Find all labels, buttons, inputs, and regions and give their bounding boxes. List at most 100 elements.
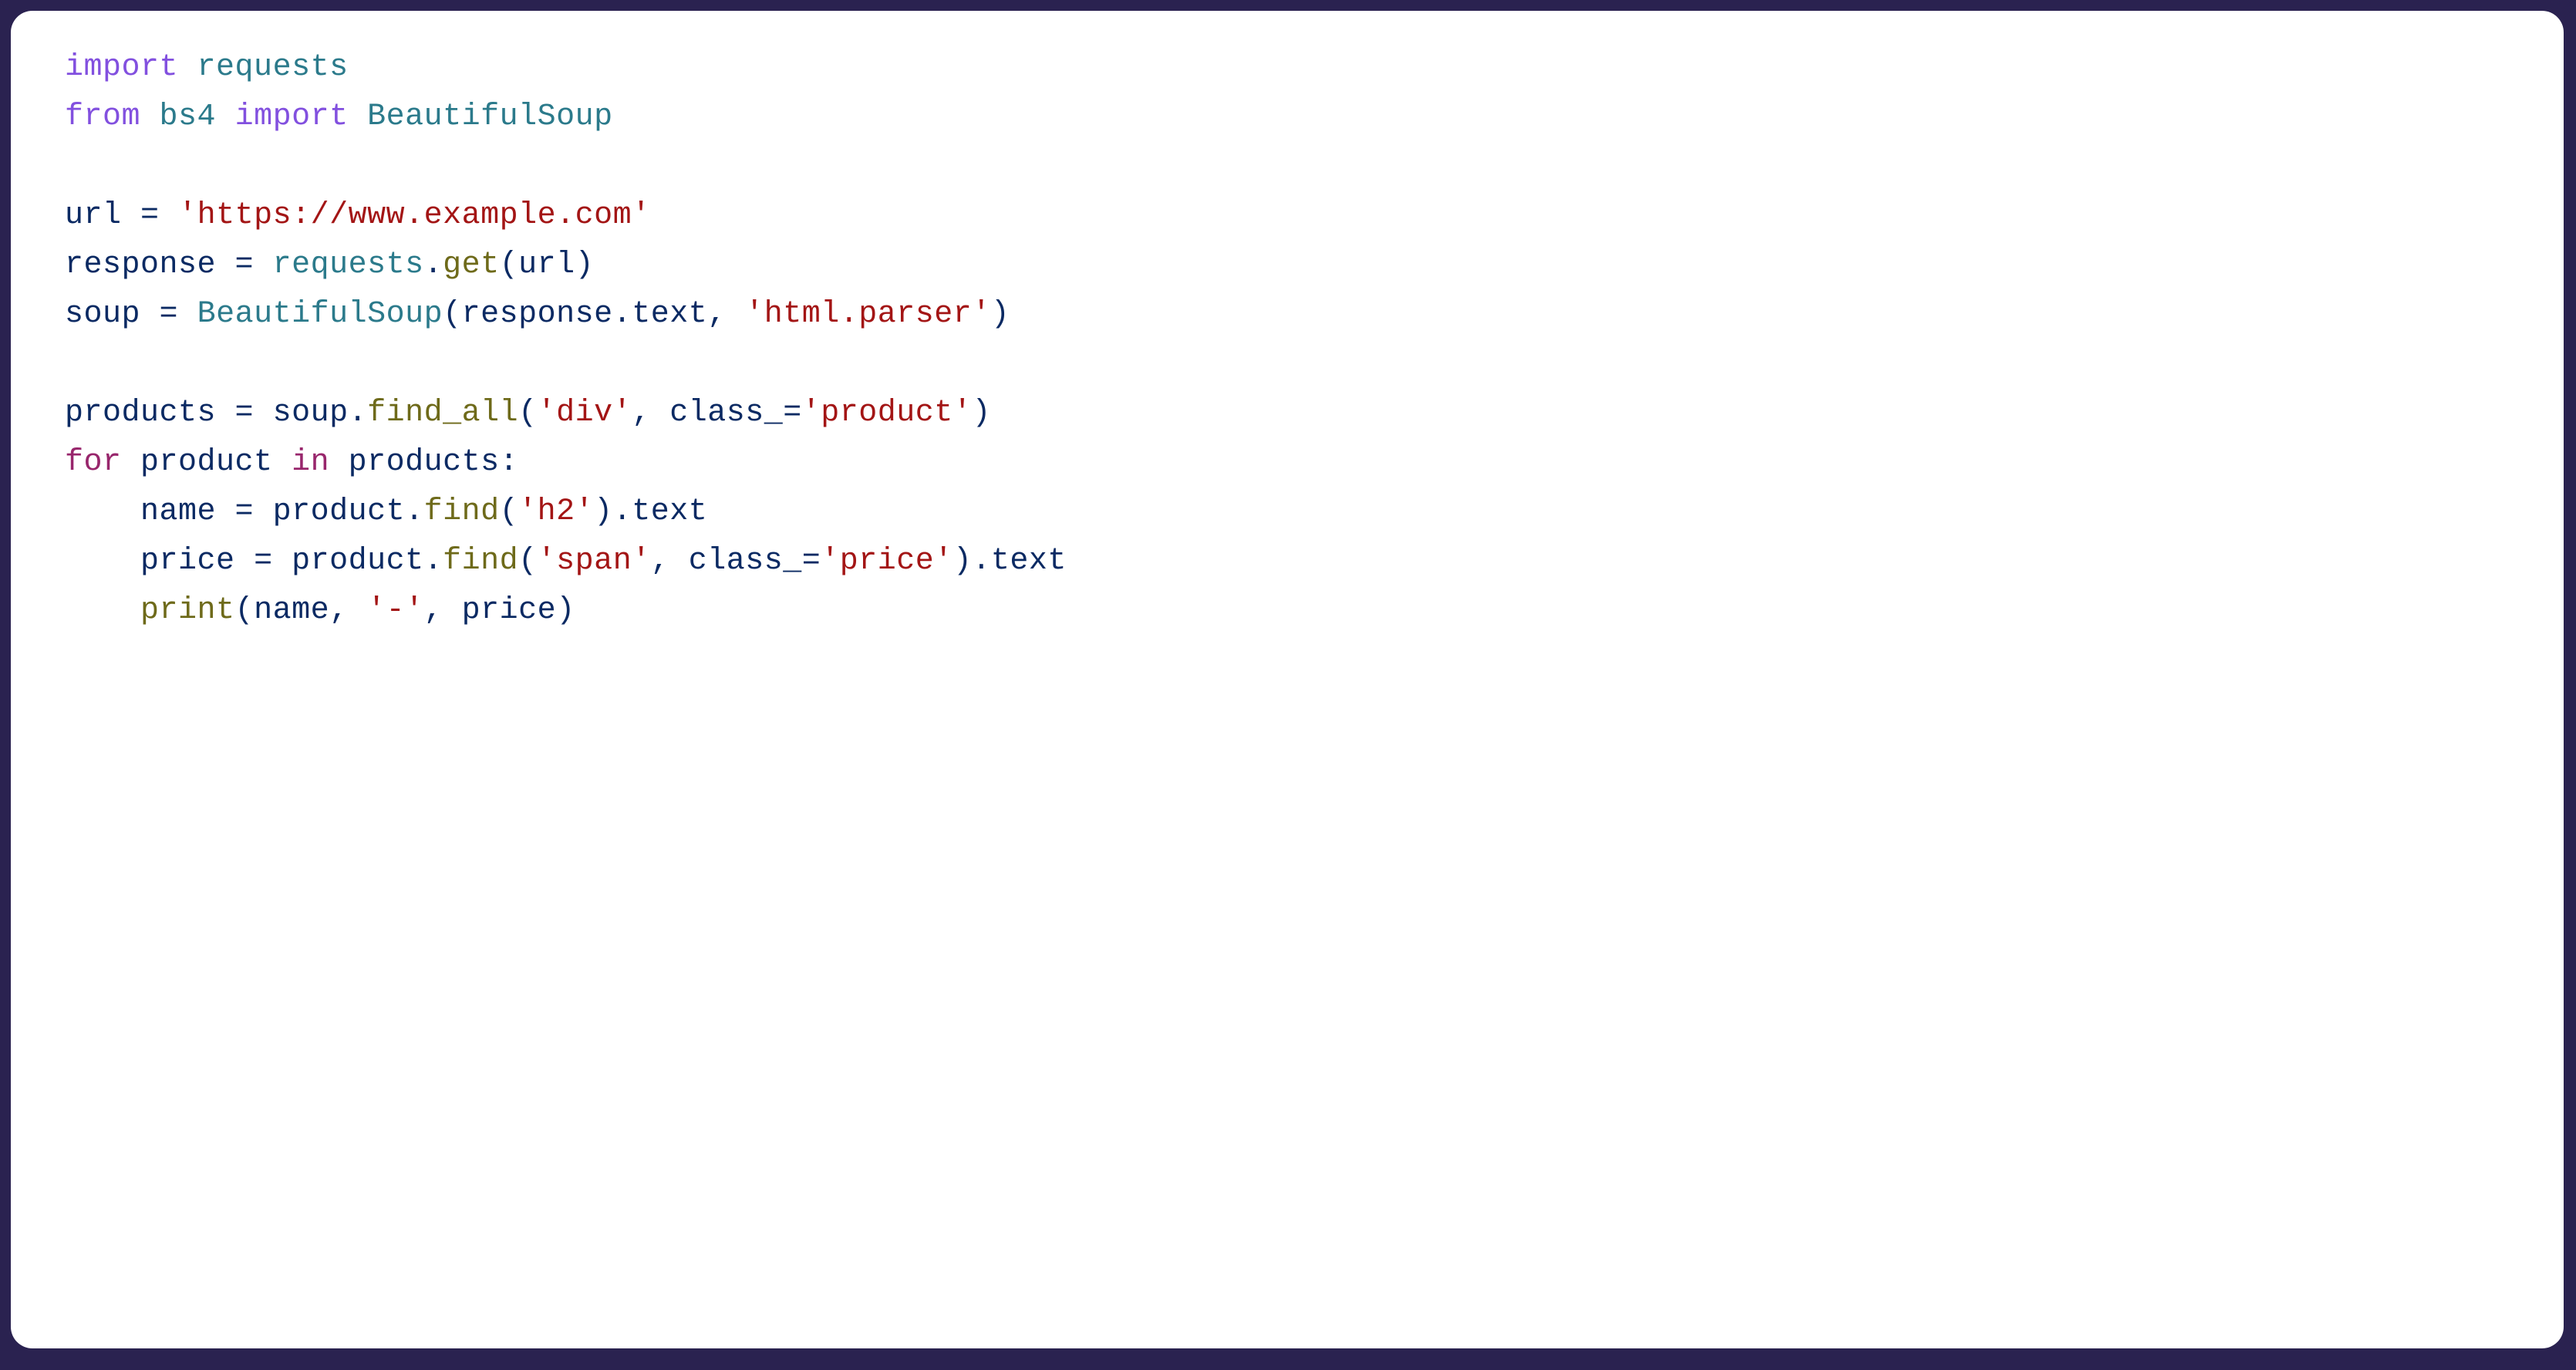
code-token: ( <box>518 396 538 430</box>
code-token: soup <box>65 297 140 332</box>
code-token: = <box>254 544 273 579</box>
code-token <box>216 396 235 430</box>
code-token: 'h2' <box>518 494 594 529</box>
code-token <box>349 100 368 134</box>
code-token: = <box>235 396 255 430</box>
code-token: ) <box>575 248 595 282</box>
code-token: from <box>65 100 140 134</box>
code-token <box>349 593 368 628</box>
code-token: price <box>462 593 557 628</box>
code-token: : <box>500 445 519 480</box>
code-token: ) <box>972 396 991 430</box>
code-line: for product in products: <box>65 445 518 480</box>
code-token: ) <box>991 297 1010 332</box>
code-token <box>443 593 462 628</box>
code-token <box>160 198 179 233</box>
code-token <box>329 445 349 480</box>
code-line: print(name, '-', price) <box>65 593 575 628</box>
code-line: from bs4 import BeautifulSoup <box>65 100 613 134</box>
code-line: name = product.find('h2').text <box>65 494 707 529</box>
code-line: url = 'https://www.example.com' <box>65 198 651 233</box>
code-token: = <box>235 494 255 529</box>
code-token <box>651 396 670 430</box>
code-token: price <box>140 544 235 579</box>
code-token: ) <box>556 593 575 628</box>
code-token: import <box>235 100 349 134</box>
code-token: = <box>235 248 255 282</box>
code-token <box>216 494 235 529</box>
code-token: get <box>443 248 500 282</box>
code-token: = <box>783 396 802 430</box>
code-token: find <box>424 494 500 529</box>
code-token: , <box>651 544 670 579</box>
code-line: response = requests.get(url) <box>65 248 594 282</box>
code-token: , <box>329 593 349 628</box>
code-token: 'product' <box>802 396 973 430</box>
code-token <box>122 198 141 233</box>
code-token: class_ <box>689 544 802 579</box>
code-token <box>140 297 160 332</box>
code-token: name <box>140 494 216 529</box>
code-token: find <box>443 544 518 579</box>
code-token: text <box>632 297 707 332</box>
code-token: 'html.parser' <box>745 297 991 332</box>
code-token: product <box>292 544 424 579</box>
code-token: soup <box>273 396 349 430</box>
code-token: 'div' <box>538 396 632 430</box>
code-token: . <box>349 396 368 430</box>
code-line: products = soup.find_all('div', class_='… <box>65 396 991 430</box>
code-token: . <box>613 297 632 332</box>
code-token <box>235 544 255 579</box>
code-token: '-' <box>367 593 424 628</box>
code-token <box>669 544 689 579</box>
code-token: 'price' <box>821 544 953 579</box>
code-token: = <box>160 297 179 332</box>
code-line: price = product.find('span', class_='pri… <box>65 544 1067 579</box>
code-token: , <box>424 593 443 628</box>
code-token: . <box>405 494 424 529</box>
code-card: import requests from bs4 import Beautifu… <box>11 11 2564 1348</box>
code-token: ( <box>235 593 255 628</box>
code-token: . <box>972 544 991 579</box>
code-token <box>254 248 273 282</box>
code-token: products <box>65 396 216 430</box>
code-token: text <box>632 494 707 529</box>
code-token: class_ <box>669 396 783 430</box>
code-token: 'span' <box>538 544 651 579</box>
code-token: in <box>292 445 329 480</box>
code-token <box>122 445 141 480</box>
code-token <box>727 297 746 332</box>
code-token: ) <box>953 544 973 579</box>
code-token: bs4 <box>160 100 217 134</box>
code-token: BeautifulSoup <box>197 297 443 332</box>
code-token: , <box>632 396 651 430</box>
code-token: ( <box>518 544 538 579</box>
code-block: import requests from bs4 import Beautifu… <box>65 43 2510 636</box>
code-token: , <box>707 297 727 332</box>
code-token <box>254 494 273 529</box>
code-token: for <box>65 445 122 480</box>
code-token: = <box>140 198 160 233</box>
code-line: soup = BeautifulSoup(response.text, 'htm… <box>65 297 1010 332</box>
code-token <box>140 100 160 134</box>
code-token: ( <box>500 494 519 529</box>
code-token: product <box>273 494 406 529</box>
code-token: products <box>349 445 500 480</box>
code-token: ) <box>594 494 613 529</box>
code-token: text <box>991 544 1067 579</box>
code-token: find_all <box>367 396 518 430</box>
code-token <box>254 396 273 430</box>
code-token: response <box>65 248 216 282</box>
code-token: . <box>424 248 443 282</box>
code-token: product <box>140 445 273 480</box>
code-token: url <box>518 248 575 282</box>
code-token: import <box>65 50 178 85</box>
code-token: . <box>424 544 443 579</box>
code-token: requests <box>197 50 349 85</box>
code-token: 'https://www.example.com' <box>178 198 651 233</box>
code-token <box>216 100 235 134</box>
code-token: url <box>65 198 122 233</box>
code-token <box>273 544 292 579</box>
code-token: . <box>613 494 632 529</box>
code-token: response <box>462 297 613 332</box>
